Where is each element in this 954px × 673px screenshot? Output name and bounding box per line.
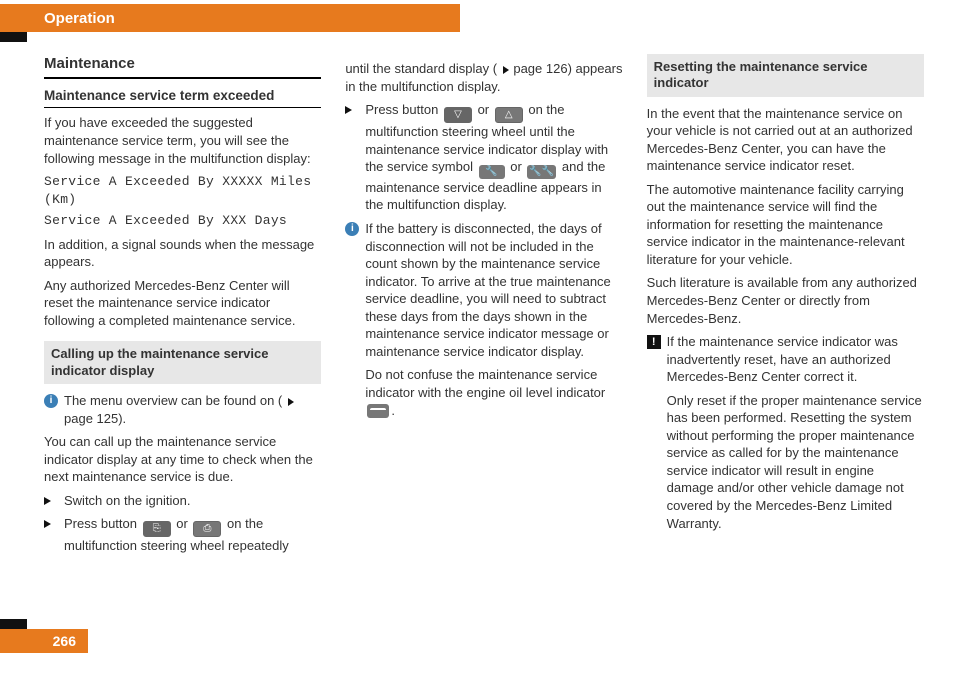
column-2: until the standard display ( page 126) a… bbox=[345, 54, 622, 617]
seg-a: Do not confuse the maintenance service i… bbox=[365, 367, 605, 400]
warning-icon: ! bbox=[647, 335, 661, 349]
info-icon: i bbox=[44, 394, 58, 408]
step-text: Switch on the ignition. bbox=[64, 492, 321, 510]
para-literature: Such literature is available from any au… bbox=[647, 274, 924, 327]
para-only-reset: Only reset if the proper maintenance ser… bbox=[667, 392, 924, 532]
steering-up-button-icon: △ bbox=[495, 107, 523, 123]
page-number: 266 bbox=[53, 633, 76, 649]
info-text: If the battery is disconnected, the days… bbox=[365, 220, 622, 360]
page-root: Operation Maintenance Maintenance servic… bbox=[0, 0, 954, 673]
para-reset-event: In the event that the maintenance servic… bbox=[647, 105, 924, 175]
page-ref-arrow-icon bbox=[503, 66, 509, 74]
info-text: The menu overview can be found on ( page… bbox=[64, 392, 321, 427]
column-3: Resetting the maintenance service indica… bbox=[647, 54, 924, 617]
step-ignition: Switch on the ignition. bbox=[44, 492, 321, 510]
footer-left-stub bbox=[0, 619, 27, 629]
seg-b: or bbox=[478, 102, 493, 117]
info-seg-b: page 125). bbox=[64, 411, 126, 426]
warn-text: If the maintenance service indicator was… bbox=[667, 333, 924, 386]
seg-a: Press button bbox=[365, 102, 442, 117]
step-arrow-icon bbox=[44, 497, 58, 505]
display-msg-miles: Service A Exceeded By XXXXX Miles (Km) bbox=[44, 173, 321, 208]
para-reset-center: Any authorized Mercedes-Benz Center will… bbox=[44, 277, 321, 330]
service-double-wrench-icon: 🔧🔧 bbox=[527, 165, 556, 179]
gray-heading-reset: Resetting the maintenance service indica… bbox=[647, 54, 924, 97]
header-title: Operation bbox=[0, 4, 460, 27]
warn-inadvertent-reset: ! If the maintenance service indicator w… bbox=[647, 333, 924, 386]
seg-a: until the standard display ( bbox=[345, 61, 497, 76]
para-signal: In addition, a signal sounds when the me… bbox=[44, 236, 321, 271]
display-msg-days: Service A Exceeded By XXX Days bbox=[44, 212, 321, 230]
page-ref-arrow-icon bbox=[288, 398, 294, 406]
left-tab-stub bbox=[0, 32, 27, 42]
engine-oil-level-icon bbox=[367, 404, 389, 418]
step-text: Press button ▽ or △ on the multifunction… bbox=[365, 101, 622, 214]
step-press-buttons-1: Press button ⎘ or ⎙ on the multifunction… bbox=[44, 515, 321, 555]
step-text: Press button ⎘ or ⎙ on the multifunction… bbox=[64, 515, 321, 555]
step-arrow-icon bbox=[44, 520, 58, 528]
info-battery: i If the battery is disconnected, the da… bbox=[345, 220, 622, 360]
service-wrench-icon: 🔧 bbox=[479, 165, 505, 179]
gray-heading-callup: Calling up the maintenance service indic… bbox=[44, 341, 321, 384]
steering-down-button-icon: ▽ bbox=[444, 107, 472, 123]
para-do-not-confuse: Do not confuse the maintenance service i… bbox=[365, 366, 622, 419]
seg-b: . bbox=[391, 403, 395, 418]
column-1: Maintenance Maintenance service term exc… bbox=[44, 54, 321, 617]
para-until-display: until the standard display ( page 126) a… bbox=[345, 60, 622, 95]
subheading-exceeded: Maintenance service term exceeded bbox=[44, 87, 321, 108]
info-menu-overview: i The menu overview can be found on ( pa… bbox=[44, 392, 321, 427]
step-arrow-icon bbox=[345, 106, 359, 114]
section-heading-maintenance: Maintenance bbox=[44, 54, 321, 79]
para-callup-any: You can call up the maintenance service … bbox=[44, 433, 321, 486]
para-facility-find: The automotive maintenance facility carr… bbox=[647, 181, 924, 269]
step-seg-b: or bbox=[176, 516, 191, 531]
para-exceeded-intro: If you have exceeded the suggested maint… bbox=[44, 114, 321, 167]
steering-back-button-icon: ⎘ bbox=[143, 521, 171, 537]
content-area: Maintenance Maintenance service term exc… bbox=[44, 54, 924, 617]
footer-page-tab: 266 bbox=[0, 629, 88, 653]
info-icon: i bbox=[345, 222, 359, 236]
steering-forward-button-icon: ⎙ bbox=[193, 521, 221, 537]
info-seg-a: The menu overview can be found on ( bbox=[64, 393, 282, 408]
seg-d: or bbox=[510, 159, 525, 174]
header-tab: Operation bbox=[0, 4, 460, 32]
step-seg-a: Press button bbox=[64, 516, 141, 531]
step-press-buttons-2: Press button ▽ or △ on the multifunction… bbox=[345, 101, 622, 214]
